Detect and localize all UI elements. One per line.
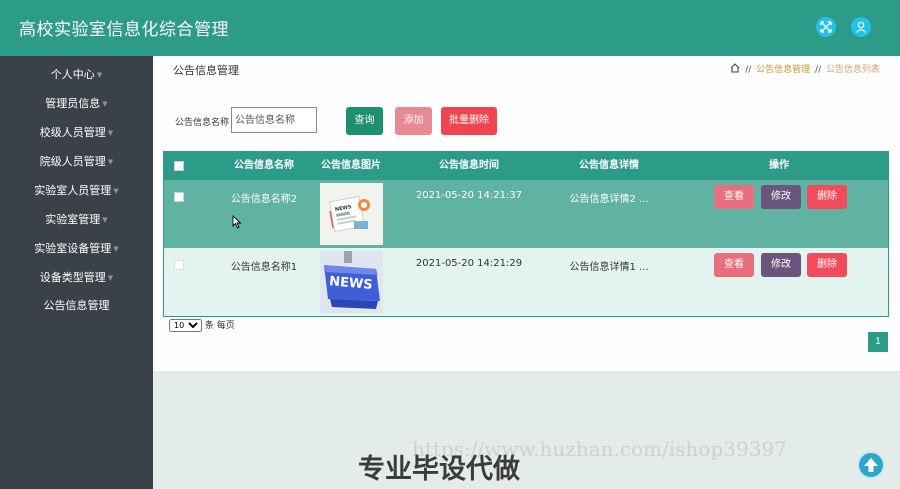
search-label: 公告信息名称 — [175, 118, 230, 128]
query-button[interactable]: 查询 — [346, 107, 383, 135]
breadcrumb-separator: // — [815, 65, 822, 75]
announcement-detail: 公告信息详情2 ... — [569, 194, 649, 205]
view-button[interactable]: 查看 — [714, 185, 754, 209]
mouse-cursor-icon — [232, 215, 242, 229]
sidebar-item-label: 校级人员管理 — [39, 126, 106, 139]
announcement-detail: 公告信息详情1 ... — [569, 262, 649, 273]
column-header: 操作 — [769, 160, 789, 171]
edit-button[interactable]: 修改 — [761, 253, 801, 277]
sidebar-item-label: 个人中心 — [50, 68, 95, 81]
search-input[interactable] — [231, 107, 317, 133]
sidebar-item-label: 公告信息管理 — [43, 299, 110, 312]
table-row: 公告信息名称2 NEWS 2021-05-20 14:21:37 公告信息详情2… — [164, 180, 888, 248]
row-checkbox[interactable] — [174, 260, 184, 270]
news-key-image: NEWS — [320, 251, 383, 313]
chevron-down-icon: ▼ — [102, 216, 108, 224]
chevron-down-icon: ▼ — [96, 71, 103, 79]
per-page-label: 条 每页 — [204, 321, 235, 331]
announcement-table: 公告信息名称 公告信息图片 公告信息时间 公告信息详情 操作 公告信息名称2 N… — [163, 151, 889, 317]
user-icon[interactable] — [851, 17, 871, 37]
page-size-select[interactable]: 10 — [169, 319, 202, 332]
table-row: 公告信息名称1 NEWS 2021-05-20 14:21:29 公告信息详情1… — [164, 248, 888, 316]
sidebar-item-label: 设备类型管理 — [39, 271, 106, 284]
sidebar-item-label: 实验室设备管理 — [34, 242, 112, 255]
scroll-to-top-button[interactable] — [857, 451, 885, 479]
add-button[interactable]: 添加 — [395, 107, 432, 135]
sidebar-item-label: 实验室管理 — [45, 213, 101, 226]
announcement-time: 2021-05-20 14:21:37 — [415, 190, 523, 201]
sidebar-item-lab[interactable]: 实验室管理 ▼ — [0, 210, 153, 230]
chevron-down-icon: ▼ — [113, 245, 119, 253]
batch-delete-button[interactable]: 批量删除 — [441, 107, 497, 135]
chevron-down-icon: ▼ — [107, 129, 114, 137]
watermark-text: 专业毕设代做 — [358, 454, 520, 485]
arrow-up-icon — [864, 458, 878, 472]
chevron-down-icon: ▼ — [107, 274, 114, 282]
announcement-name: 公告信息名称2 — [230, 194, 298, 205]
home-icon[interactable] — [730, 63, 740, 73]
column-header: 公告信息图片 — [321, 160, 381, 171]
page-title: 公告信息管理 — [173, 64, 239, 77]
page-size-control: 10 条 每页 — [169, 318, 235, 332]
chevron-down-icon: ▼ — [113, 187, 119, 195]
sidebar-item-label: 实验室人员管理 — [34, 184, 112, 197]
breadcrumb: // 公告信息管理 // 公告信息列表 — [730, 62, 880, 75]
chevron-down-icon: ▼ — [107, 158, 114, 166]
select-all-checkbox[interactable] — [174, 161, 184, 171]
delete-button[interactable]: 删除 — [807, 185, 847, 209]
edit-button[interactable]: 修改 — [761, 185, 801, 209]
delete-button[interactable]: 删除 — [807, 253, 847, 277]
chevron-down-icon: ▼ — [102, 100, 108, 108]
fullscreen-icon[interactable] — [816, 17, 836, 37]
sidebar-item-label: 管理员信息 — [45, 97, 101, 110]
announcement-time: 2021-05-20 14:21:29 — [415, 258, 523, 269]
sidebar-item-college-staff[interactable]: 院级人员管理 ▼ — [0, 152, 153, 172]
sidebar-item-announcement[interactable]: 公告信息管理 — [0, 296, 153, 316]
column-header: 公告信息时间 — [439, 160, 499, 171]
breadcrumb-current: 公告信息列表 — [825, 65, 880, 75]
view-button[interactable]: 查看 — [714, 253, 754, 277]
app-title: 高校实验室信息化综合管理 — [19, 20, 229, 40]
sidebar-item-lab-staff[interactable]: 实验室人员管理 ▼ — [0, 181, 153, 201]
page-number-button[interactable]: 1 — [868, 332, 888, 352]
news-document-image: NEWS — [320, 183, 383, 245]
top-bar: 高校实验室信息化综合管理 — [0, 0, 900, 56]
table-header: 公告信息名称 公告信息图片 公告信息时间 公告信息详情 操作 — [164, 152, 888, 180]
sidebar-item-label: 院级人员管理 — [39, 155, 106, 168]
sidebar-item-lab-equipment[interactable]: 实验室设备管理 ▼ — [0, 239, 153, 259]
announcement-name: 公告信息名称1 — [230, 262, 298, 273]
row-checkbox[interactable] — [174, 192, 184, 202]
main-footer-area — [153, 371, 900, 489]
breadcrumb-separator: // — [745, 65, 752, 75]
column-header: 公告信息详情 — [579, 160, 639, 171]
sidebar-item-school-staff[interactable]: 校级人员管理 ▼ — [0, 123, 153, 143]
sidebar-item-personal-center[interactable]: 个人中心 ▼ — [0, 65, 153, 85]
breadcrumb-item[interactable]: 公告信息管理 — [756, 65, 810, 75]
sidebar-item-admin-info[interactable]: 管理员信息 ▼ — [0, 94, 153, 114]
sidebar-item-equipment-type[interactable]: 设备类型管理 ▼ — [0, 268, 153, 288]
